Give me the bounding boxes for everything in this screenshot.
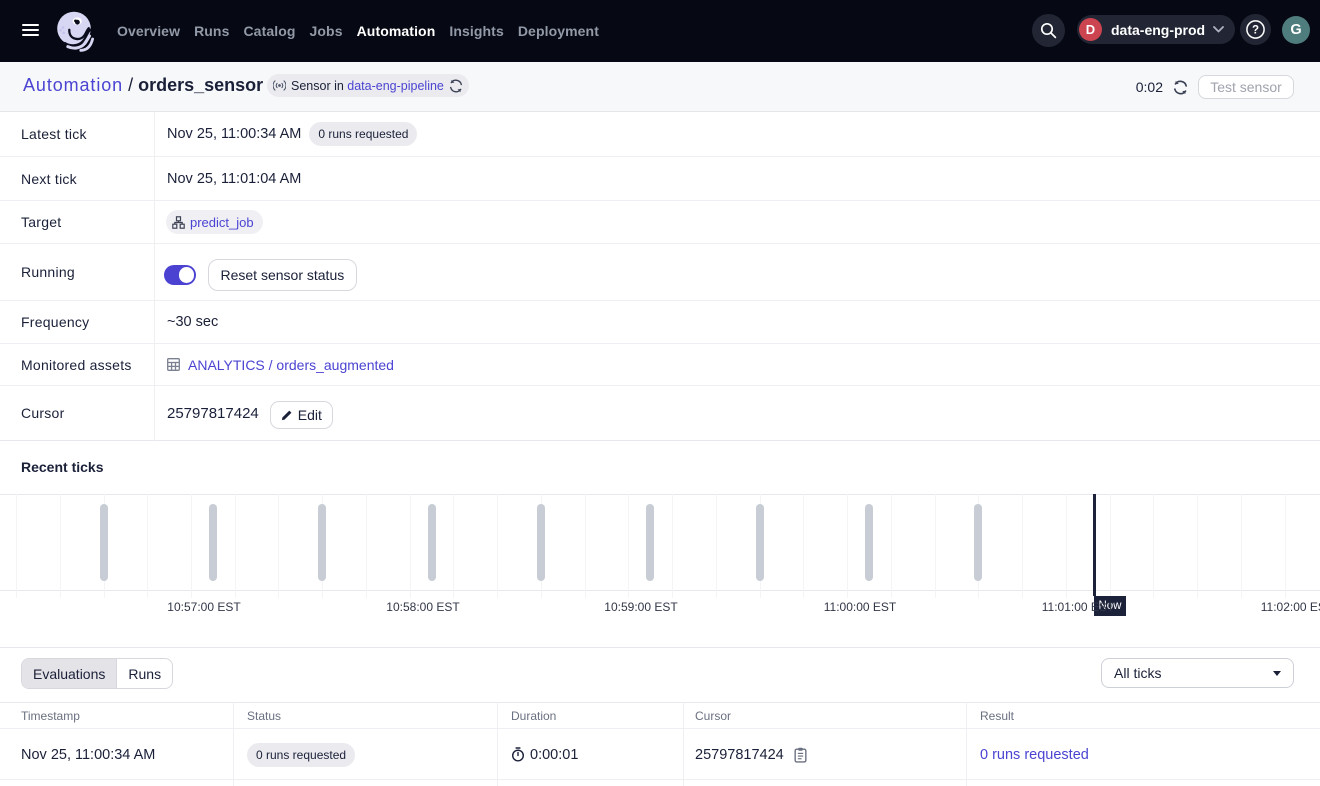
svg-text:?: ? [1252,25,1259,37]
